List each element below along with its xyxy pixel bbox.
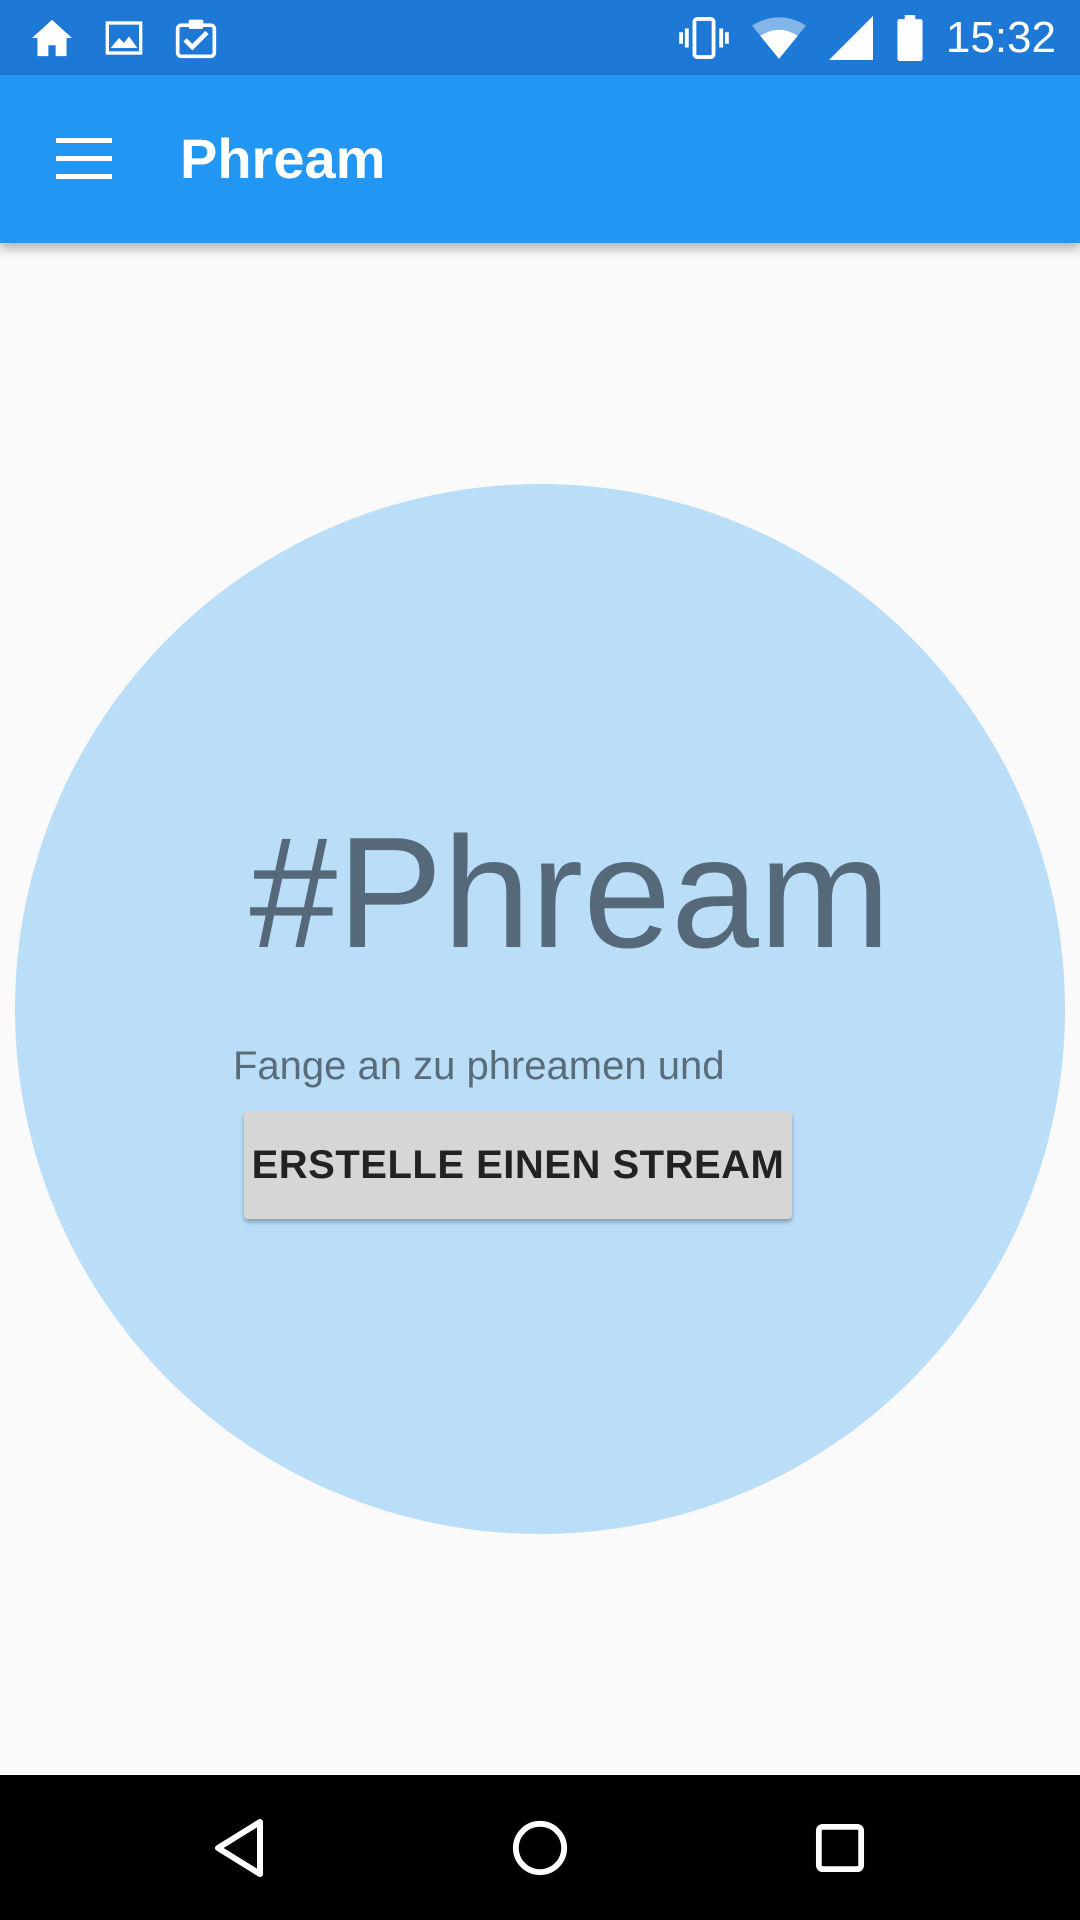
app-title: Phream: [180, 127, 386, 190]
hero-title: #Phream: [249, 805, 891, 981]
vibrate-icon: [678, 16, 730, 59]
main-content: #Phream Fange an zu phreamen und ERSTELL…: [0, 243, 1080, 1775]
hero-subtitle: Fange an zu phreamen und: [233, 1044, 725, 1088]
image-icon: [104, 19, 144, 57]
navigation-bar: [0, 1775, 1080, 1920]
home-icon: [30, 18, 74, 58]
create-stream-button[interactable]: ERSTELLE EINEN STREAM: [244, 1111, 792, 1219]
battery-icon: [896, 14, 924, 61]
status-bar: 15:32: [0, 0, 1080, 75]
home-circle-icon[interactable]: [495, 1803, 585, 1893]
hamburger-menu-icon[interactable]: [44, 125, 124, 193]
wifi-icon: [751, 16, 806, 59]
back-icon[interactable]: [195, 1803, 285, 1893]
signal-icon: [828, 15, 874, 60]
status-time: 15:32: [945, 12, 1056, 62]
recents-icon[interactable]: [795, 1803, 885, 1893]
clipboard-check-icon: [174, 17, 218, 59]
status-notification-icons: [30, 0, 218, 75]
hero-circle: [15, 484, 1065, 1534]
status-system-icons: 15:32: [678, 0, 1056, 75]
app-bar: Phream: [0, 75, 1080, 243]
